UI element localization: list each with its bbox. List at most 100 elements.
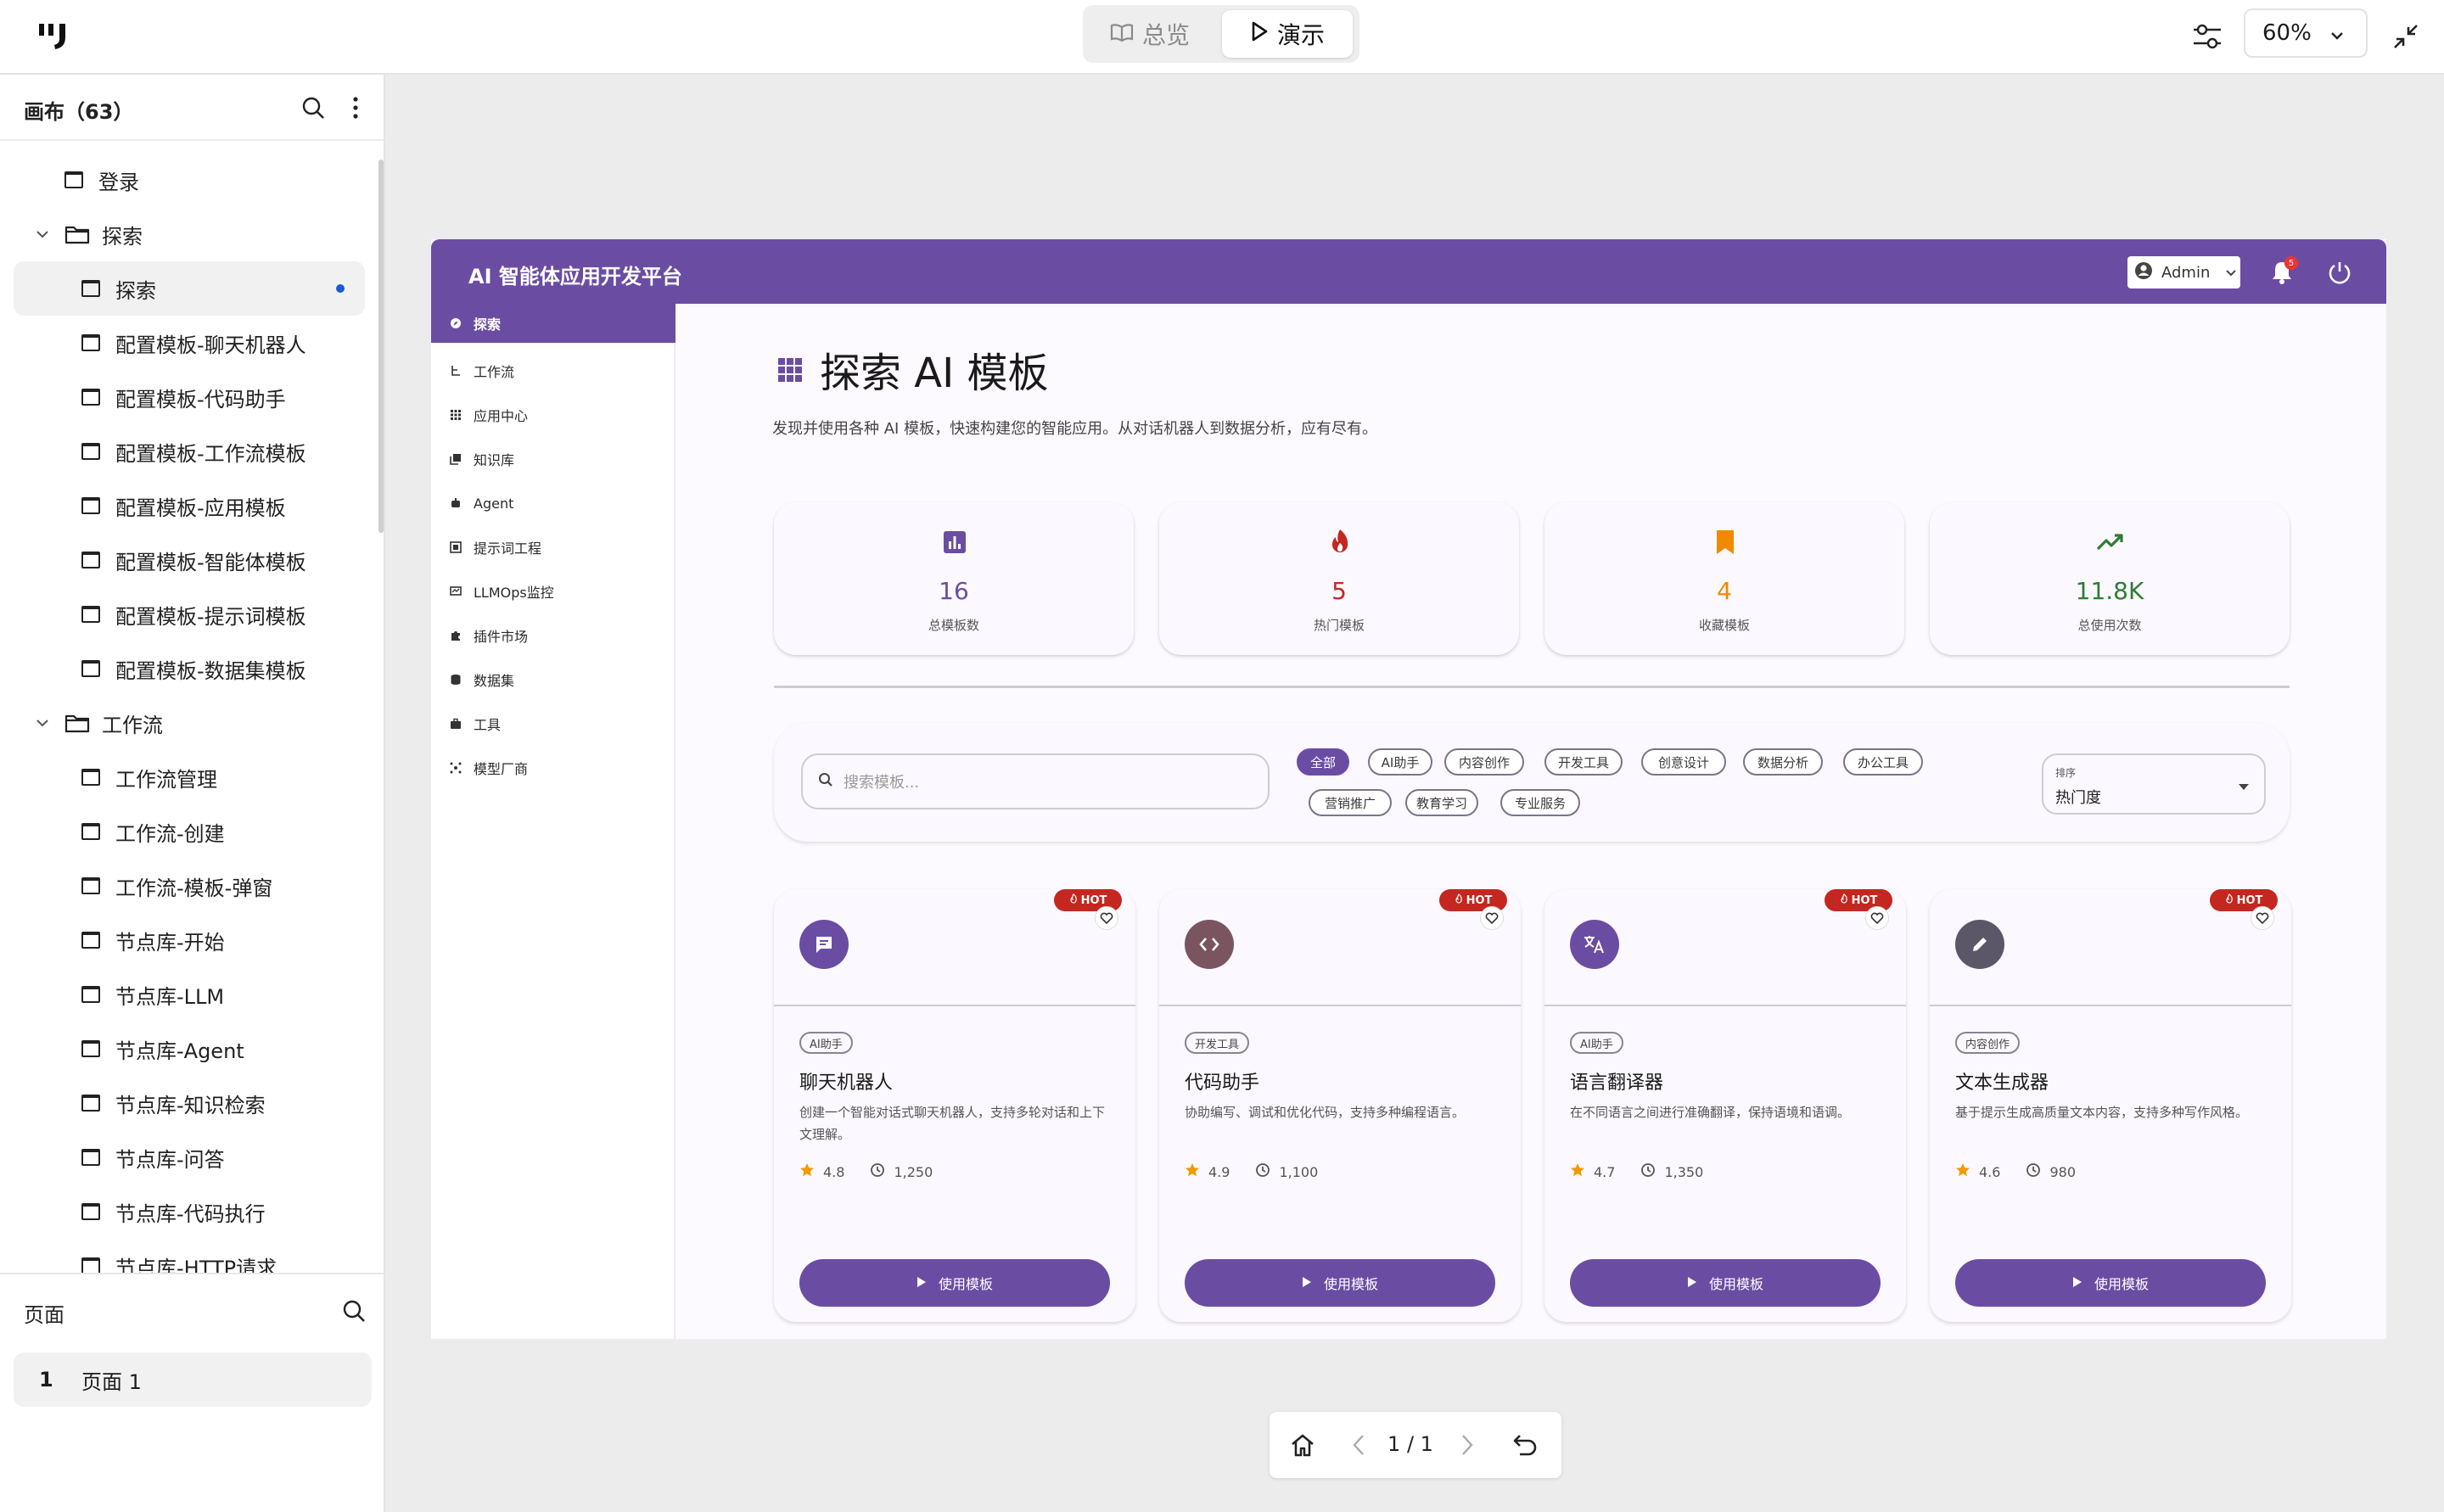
sidebar-item-2[interactable]: 工作流 [431, 351, 675, 390]
compass-icon [450, 317, 462, 329]
collapse-icon[interactable] [2386, 17, 2425, 56]
sidebar-item-11[interactable]: 模型厂商 [431, 748, 675, 787]
category-chip[interactable]: 营销推广 [1309, 789, 1392, 816]
pages-header: 页面 [0, 1273, 384, 1347]
chevron-right-icon[interactable] [1451, 1429, 1483, 1461]
tree-page[interactable]: 探索 [14, 261, 365, 316]
tree-page[interactable]: 节点库-问答 [0, 1130, 373, 1184]
overview-button[interactable]: 总览 [1090, 10, 1210, 58]
template-card-header: HOT [1544, 889, 1906, 1006]
undo-icon[interactable] [1509, 1429, 1541, 1461]
admin-label: Admin [2161, 263, 2211, 282]
home-icon[interactable] [1286, 1429, 1319, 1461]
tree-page[interactable]: 工作流管理 [0, 750, 373, 804]
tree-page[interactable]: 配置模板-工作流模板 [0, 424, 373, 479]
tree-page[interactable]: 配置模板-智能体模板 [0, 533, 373, 587]
tree-folder[interactable]: 探索 [0, 207, 373, 261]
present-button[interactable]: 演示 [1222, 10, 1353, 58]
app-logo[interactable] [37, 22, 71, 51]
sidebar-item-label: 探索 [474, 316, 502, 333]
chevron-down-icon [2330, 20, 2344, 46]
heart-icon[interactable] [2251, 906, 2274, 930]
page-icon [81, 389, 100, 406]
sidebar-item-3[interactable]: 应用中心 [431, 395, 675, 434]
stat-card: 16 总模板数 [774, 502, 1134, 655]
tree-page[interactable]: 配置模板-数据集模板 [0, 641, 373, 696]
search-icon[interactable] [338, 1295, 370, 1327]
heart-icon[interactable] [1865, 906, 1889, 930]
chevron-left-icon[interactable] [1343, 1429, 1375, 1461]
prompt-icon [450, 541, 462, 553]
template-card-header: HOT [774, 889, 1135, 1006]
category-chip[interactable]: 教育学习 [1405, 789, 1478, 816]
search-icon[interactable] [297, 92, 329, 124]
tree-item-label: 配置模板-智能体模板 [115, 550, 306, 574]
sidebar-item-10[interactable]: 工具 [431, 704, 675, 743]
tree-page[interactable]: 配置模板-代码助手 [0, 370, 373, 424]
sidebar-item-8[interactable]: 插件市场 [431, 616, 675, 655]
tree-item-label: 节点库-问答 [115, 1147, 225, 1172]
tree-page[interactable]: 配置模板-聊天机器人 [0, 316, 373, 370]
category-chip[interactable]: 创意设计 [1641, 748, 1726, 776]
category-chip[interactable]: 全部 [1297, 748, 1349, 776]
use-template-button[interactable]: 使用模板 [1955, 1259, 2266, 1307]
chevron-down-icon[interactable] [34, 226, 51, 243]
category-chip[interactable]: 专业服务 [1500, 789, 1580, 816]
category-chip[interactable]: 开发工具 [1544, 748, 1623, 776]
template-meta: 4.7 1,350 [1570, 1162, 1703, 1181]
sort-select[interactable]: 排序 热门度 [2042, 753, 2266, 815]
template-search-input[interactable]: 搜索模板... [801, 753, 1270, 809]
template-card[interactable]: HOT AI助手 聊天机器人 创建一个智能对话式聊天机器人，支持多轮对话和上下文… [774, 889, 1135, 1322]
template-tag: AI助手 [1570, 1032, 1623, 1054]
tree-page[interactable]: 节点库-开始 [0, 913, 373, 967]
tree-page[interactable]: 配置模板-应用模板 [0, 479, 373, 533]
use-template-button[interactable]: 使用模板 [1570, 1259, 1881, 1307]
admin-menu-button[interactable]: Admin [2127, 256, 2240, 288]
template-uses: 1,100 [1279, 1163, 1319, 1180]
chevron-down-icon[interactable] [34, 714, 51, 731]
tree-page[interactable]: 登录 [0, 153, 373, 207]
bell-icon[interactable]: 5 [2266, 256, 2298, 288]
use-template-button[interactable]: 使用模板 [799, 1259, 1110, 1307]
tree-page[interactable]: 节点库-HTTP请求 [0, 1239, 373, 1273]
settings-sliders-icon[interactable] [2188, 17, 2227, 56]
tree-item-label: 配置模板-聊天机器人 [115, 333, 306, 357]
page-icon [81, 769, 100, 786]
use-template-button[interactable]: 使用模板 [1185, 1259, 1495, 1307]
category-chip[interactable]: 办公工具 [1843, 748, 1923, 776]
category-chip[interactable]: 数据分析 [1743, 748, 1823, 776]
more-vertical-icon[interactable] [339, 92, 372, 124]
tree-page[interactable]: 节点库-LLM [0, 967, 373, 1022]
heart-icon[interactable] [1480, 906, 1504, 930]
tree-page[interactable]: 节点库-Agent [0, 1022, 373, 1076]
template-card[interactable]: HOT 内容创作 文本生成器 基于提示生成高质量文本内容，支持多种写作风格。 4… [1930, 889, 2291, 1322]
category-chip[interactable]: 内容创作 [1444, 748, 1524, 776]
tree-page[interactable]: 节点库-代码执行 [0, 1184, 373, 1239]
star-icon [799, 1162, 815, 1181]
hot-label: HOT [1466, 893, 1493, 907]
tree-scrollbar[interactable] [378, 160, 384, 533]
power-icon[interactable] [2323, 256, 2356, 288]
prototype-frame: AI 智能体应用开发平台 Admin 5 探索 工作流 应用中心 知识库 Agent 提示… [431, 239, 2386, 1339]
zoom-select[interactable]: 60% [2244, 8, 2368, 58]
category-chip[interactable]: AI助手 [1368, 748, 1432, 776]
tree-page[interactable]: 配置模板-提示词模板 [0, 587, 373, 641]
search-icon [818, 772, 833, 792]
page-list-item[interactable]: 1 页面 1 [14, 1352, 372, 1407]
sidebar-item-4[interactable]: 知识库 [431, 440, 675, 479]
tree-page[interactable]: 工作流-模板-弹窗 [0, 859, 373, 913]
tree-page[interactable]: 节点库-知识检索 [0, 1076, 373, 1130]
sidebar-item-5[interactable]: Agent [431, 484, 675, 523]
template-card[interactable]: HOT AI助手 语言翻译器 在不同语言之间进行准确翻译，保持语境和语调。 4.… [1544, 889, 1906, 1322]
sidebar-item-7[interactable]: LLMOps监控 [431, 572, 675, 611]
heart-icon[interactable] [1095, 906, 1118, 930]
template-card[interactable]: HOT 开发工具 代码助手 协助编写、调试和优化代码，支持多种编程语言。 4.9… [1159, 889, 1521, 1322]
tree-page[interactable]: 工作流-创建 [0, 804, 373, 859]
tree-folder[interactable]: 工作流 [0, 696, 373, 750]
sidebar-item-6[interactable]: 提示词工程 [431, 528, 675, 567]
sidebar-item-1[interactable]: 探索 [431, 304, 675, 343]
sidebar-item-9[interactable]: 数据集 [431, 660, 675, 699]
tree-item-label: 探索 [115, 278, 156, 303]
template-card-header: HOT [1159, 889, 1521, 1006]
play-icon [1302, 1275, 1312, 1291]
